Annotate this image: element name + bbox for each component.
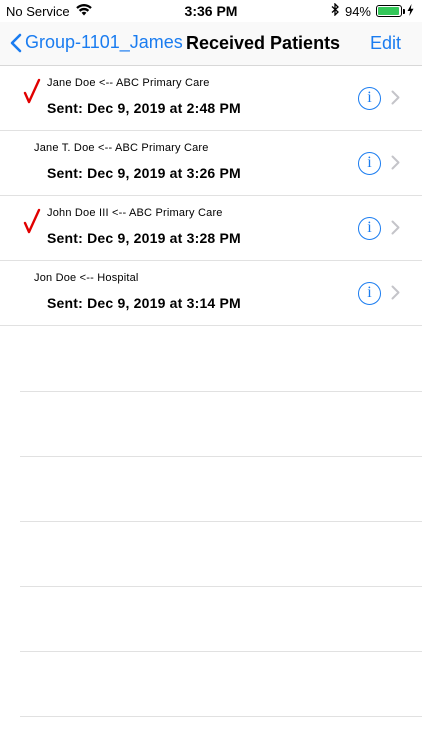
checkmark-icon bbox=[23, 78, 41, 104]
patient-row[interactable]: John Doe III <-- ABC Primary Care Sent: … bbox=[0, 196, 422, 261]
info-icon[interactable]: i bbox=[358, 282, 381, 305]
info-icon[interactable]: i bbox=[358, 87, 381, 110]
status-right: 94% bbox=[331, 2, 414, 19]
info-icon[interactable]: i bbox=[358, 217, 381, 240]
chevron-left-icon bbox=[10, 33, 22, 52]
patient-title: Jane T. Doe <-- ABC Primary Care bbox=[34, 142, 209, 154]
patient-row[interactable]: Jon Doe <-- Hospital Sent: Dec 9, 2019 a… bbox=[0, 261, 422, 326]
info-icon[interactable]: i bbox=[358, 152, 381, 175]
empty-row-divider bbox=[20, 391, 422, 392]
chevron-right-icon bbox=[391, 90, 400, 110]
patient-row[interactable]: Jane T. Doe <-- ABC Primary Care Sent: D… bbox=[0, 131, 422, 196]
empty-row-divider bbox=[20, 716, 422, 717]
patient-title: John Doe III <-- ABC Primary Care bbox=[47, 207, 223, 219]
page-title: Received Patients bbox=[186, 33, 341, 53]
patient-row[interactable]: Jane Doe <-- ABC Primary Care Sent: Dec … bbox=[0, 66, 422, 131]
battery-icon bbox=[376, 5, 405, 17]
checkmark-icon bbox=[23, 208, 41, 234]
battery-nub bbox=[403, 9, 405, 14]
patient-sent-time: Sent: Dec 9, 2019 at 3:26 PM bbox=[47, 165, 241, 181]
navigation-bar: Group-1101_James Received Patients Edit bbox=[0, 22, 422, 66]
chevron-right-icon bbox=[391, 155, 400, 175]
empty-row-divider bbox=[20, 651, 422, 652]
charging-bolt-icon bbox=[407, 3, 414, 19]
back-button-label: Group-1101_James bbox=[25, 32, 183, 52]
patient-sent-time: Sent: Dec 9, 2019 at 3:28 PM bbox=[47, 230, 241, 246]
chevron-right-icon bbox=[391, 220, 400, 240]
status-bar: No Service 3:36 PM 94% bbox=[0, 0, 422, 22]
battery-fill bbox=[378, 7, 399, 15]
empty-row-divider bbox=[20, 521, 422, 522]
patient-list: Jane Doe <-- ABC Primary Care Sent: Dec … bbox=[0, 66, 422, 326]
patient-title: Jon Doe <-- Hospital bbox=[34, 272, 139, 284]
empty-row-divider bbox=[20, 456, 422, 457]
patient-sent-time: Sent: Dec 9, 2019 at 3:14 PM bbox=[47, 295, 241, 311]
patient-title: Jane Doe <-- ABC Primary Care bbox=[47, 77, 210, 89]
back-button[interactable]: Group-1101_James bbox=[10, 32, 183, 53]
empty-row-divider bbox=[20, 586, 422, 587]
battery-percent: 94% bbox=[344, 3, 371, 19]
patient-sent-time: Sent: Dec 9, 2019 at 2:48 PM bbox=[47, 100, 241, 116]
edit-button[interactable]: Edit bbox=[370, 33, 401, 54]
chevron-right-icon bbox=[391, 285, 400, 305]
bluetooth-icon bbox=[331, 2, 340, 19]
